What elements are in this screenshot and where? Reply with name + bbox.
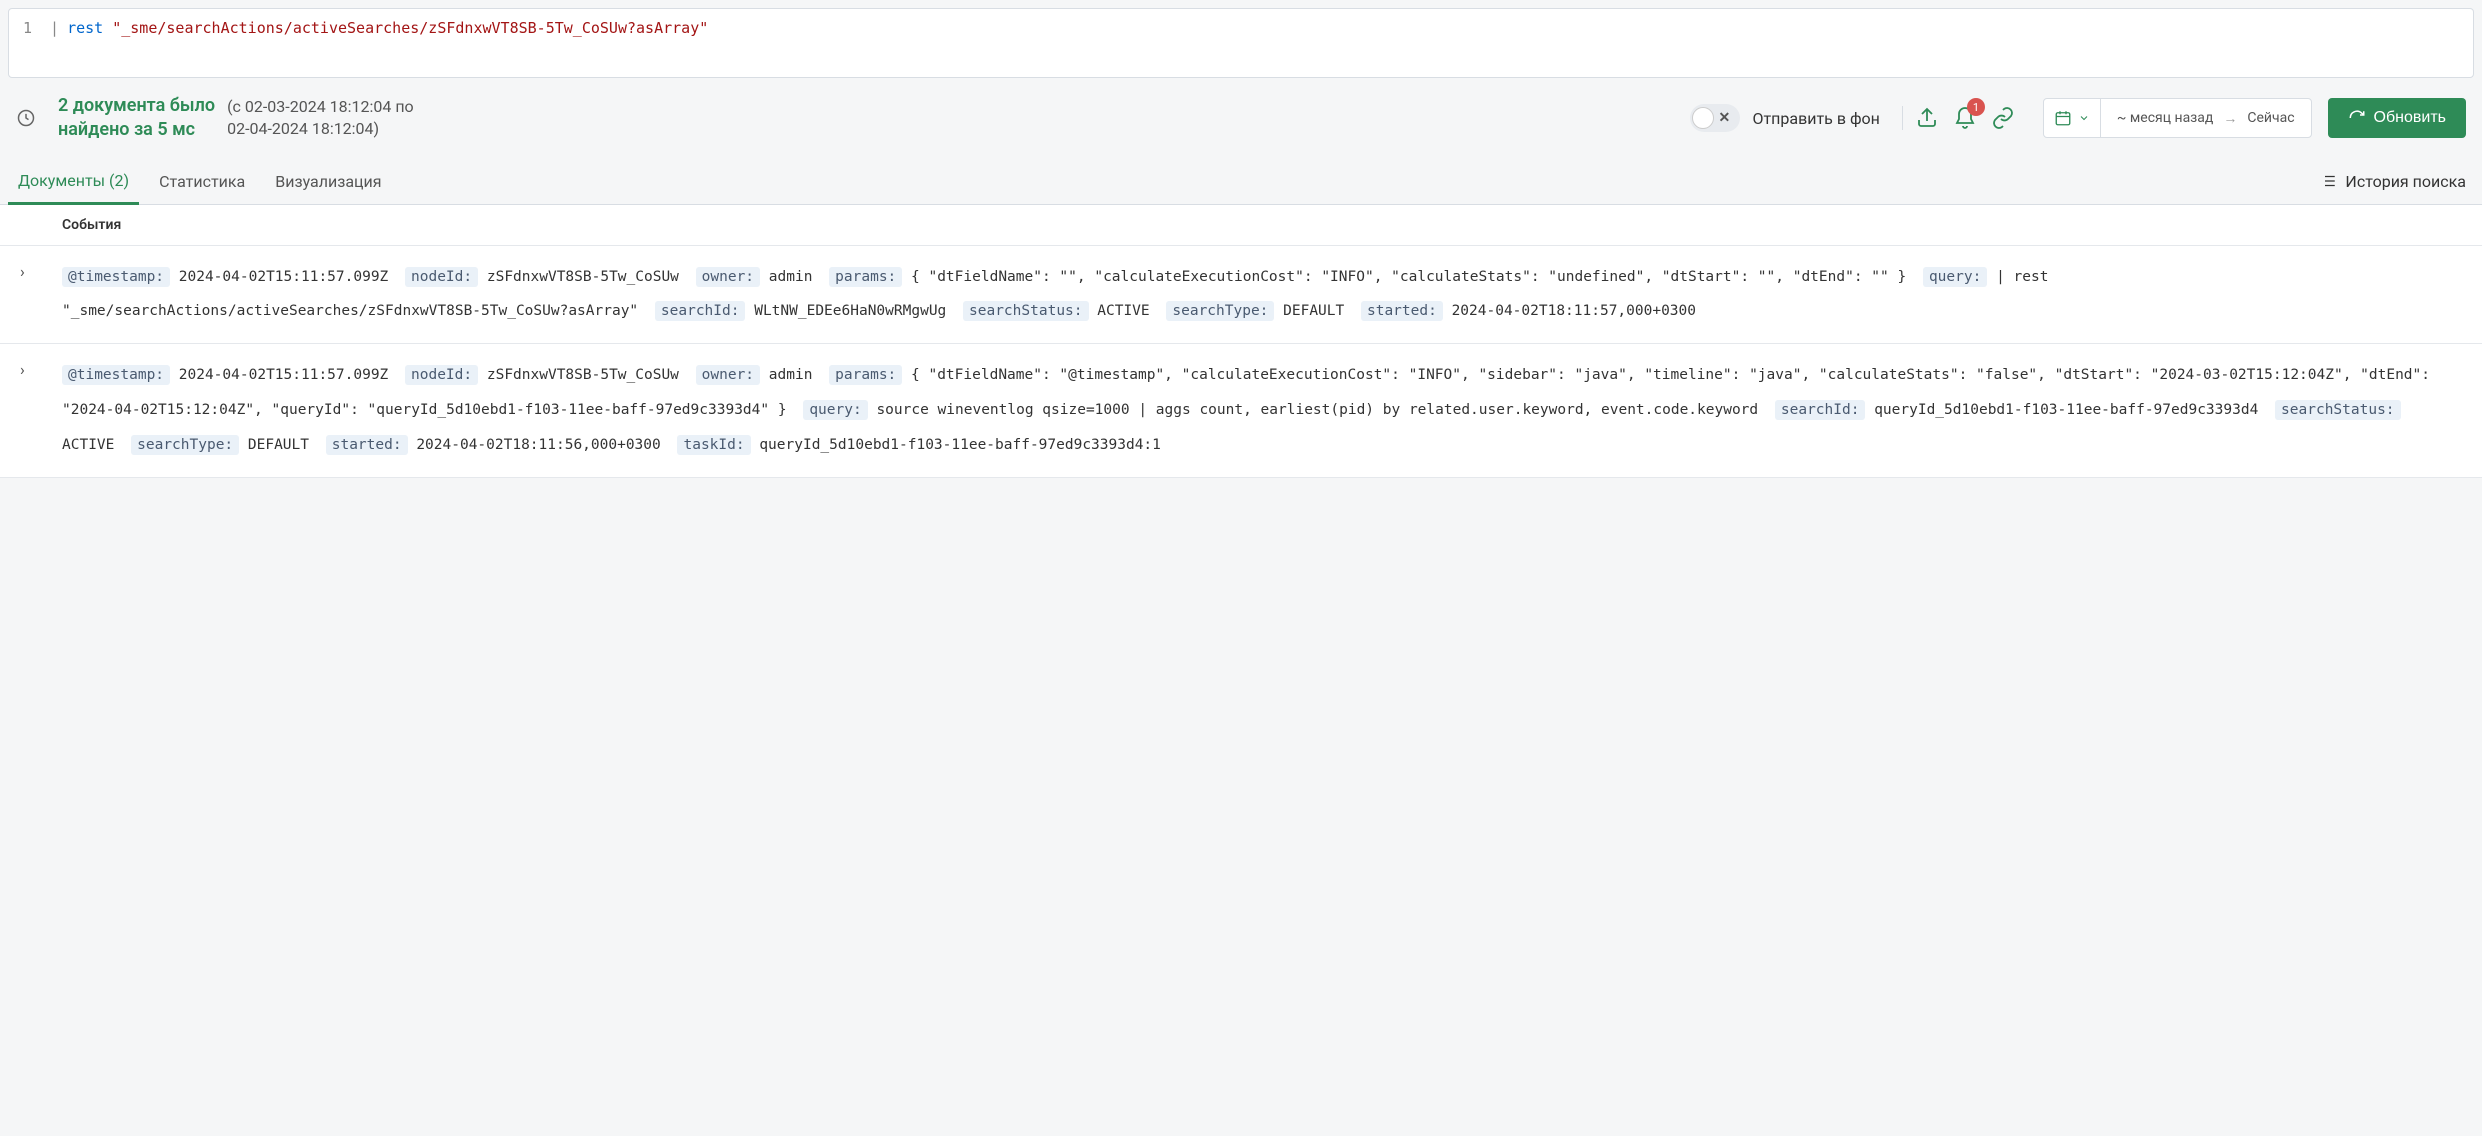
field-key: searchId: [655,301,746,321]
tab-documents[interactable]: Документы (2) [8,159,139,205]
field-key: searchStatus: [963,301,1089,321]
close-icon: ✕ [1718,110,1730,126]
field-value: 2024-04-02T15:11:57.099Z [179,367,389,383]
refresh-icon [2348,109,2366,127]
line-number: 1 [23,19,32,37]
date-range-display[interactable]: ~ месяц назад → Сейчас [2101,110,2311,127]
tab-statistics[interactable]: Статистика [149,160,255,203]
clock-icon [16,108,36,128]
query-editor[interactable]: 1 | rest "_sme/searchActions/activeSearc… [8,8,2474,78]
field-key: searchType: [1166,301,1274,321]
share-icon[interactable] [1915,106,1939,130]
expand-arrow-icon[interactable]: › [20,260,46,330]
expand-arrow-icon[interactable]: › [20,358,46,462]
field-value: queryId_5d10ebd1-f103-11ee-baff-97ed9c33… [1874,402,2258,418]
field-value: 2024-04-02T18:11:56,000+0300 [416,437,660,453]
calendar-button[interactable] [2044,99,2101,137]
field-value: 2024-04-02T18:11:57,000+0300 [1452,303,1696,319]
field-key: owner: [696,267,760,287]
code-string: "_sme/searchActions/activeSearches/zSFdn… [112,19,708,37]
tabs: Документы (2) Статистика Визуализация Ис… [0,159,2482,205]
events-list: ›@timestamp: 2024-04-02T15:11:57.099Z no… [0,246,2482,478]
date-range-picker: ~ месяц назад → Сейчас [2043,98,2312,138]
send-to-background-toggle: ✕ Отправить в фон [1690,104,1879,132]
events-header: События [0,205,2482,246]
field-value: ACTIVE [62,437,114,453]
field-key: nodeId: [405,267,478,287]
document-date-range: (с 02-03-2024 18:12:04 по 02-04-2024 18:… [227,96,414,141]
field-key: started: [326,435,408,455]
table-row: ›@timestamp: 2024-04-02T15:11:57.099Z no… [0,246,2482,345]
field-value: DEFAULT [248,437,309,453]
table-row: ›@timestamp: 2024-04-02T15:11:57.099Z no… [0,344,2482,477]
field-value: source wineventlog qsize=1000 | aggs cou… [876,402,1758,418]
field-key: @timestamp: [62,267,170,287]
field-key: query: [1923,267,1987,287]
pipe-symbol: | [50,19,59,37]
field-value: admin [769,269,813,285]
field-value: DEFAULT [1283,303,1344,319]
field-value: { "dtFieldName": "", "calculateExecution… [911,269,1906,285]
document-count-info: 2 документа было найдено за 5 мс (с 02-0… [58,94,414,143]
field-key: params: [829,267,902,287]
field-key: params: [829,365,902,385]
field-value: WLtNW_EDEe6HaN0wRMgwUg [754,303,946,319]
field-value: zSFdnxwVT8SB-5Tw_CoSUw [487,269,679,285]
field-value: admin [769,367,813,383]
action-icons: 1 [1902,106,2027,130]
event-content: @timestamp: 2024-04-02T15:11:57.099Z nod… [62,260,2462,330]
chevron-down-icon [2078,112,2090,124]
field-key: @timestamp: [62,365,170,385]
field-key: started: [1361,301,1443,321]
toolbar: 2 документа было найдено за 5 мс (с 02-0… [0,86,2482,159]
code-keyword: rest [67,19,103,37]
field-value: ACTIVE [1097,303,1149,319]
notification-badge: 1 [1967,98,1985,116]
event-content: @timestamp: 2024-04-02T15:11:57.099Z nod… [62,358,2462,462]
search-history-link[interactable]: История поиска [2311,160,2474,203]
document-count: 2 документа было найдено за 5 мс [58,94,215,143]
tab-visualization[interactable]: Визуализация [265,160,391,203]
field-value: zSFdnxwVT8SB-5Tw_CoSUw [487,367,679,383]
field-key: searchId: [1775,400,1866,420]
toggle-label: Отправить в фон [1752,109,1879,128]
toggle-knob [1692,107,1714,129]
list-icon [2319,172,2337,190]
field-key: searchType: [131,435,239,455]
field-key: query: [803,400,867,420]
field-key: nodeId: [405,365,478,385]
field-key: taskId: [677,435,750,455]
field-key: owner: [696,365,760,385]
toggle-switch[interactable]: ✕ [1690,104,1740,132]
link-icon[interactable] [1991,106,2015,130]
bell-icon[interactable]: 1 [1953,106,1977,130]
field-value: queryId_5d10ebd1-f103-11ee-baff-97ed9c33… [759,437,1161,453]
field-value: 2024-04-02T15:11:57.099Z [179,269,389,285]
field-key: searchStatus: [2275,400,2401,420]
refresh-button[interactable]: Обновить [2328,98,2466,138]
